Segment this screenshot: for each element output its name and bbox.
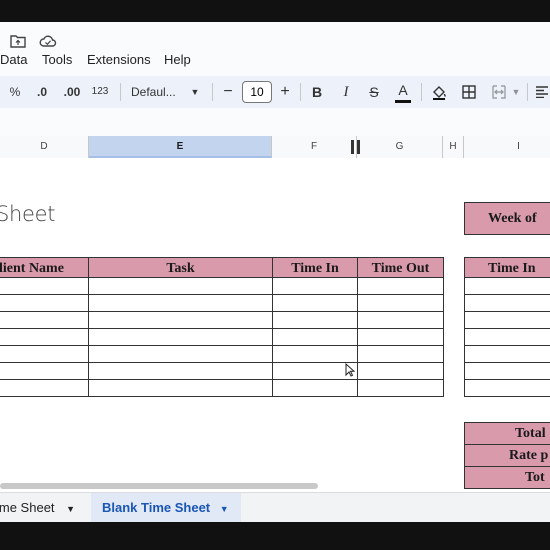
chevron-down-icon[interactable]: ▼ xyxy=(66,504,75,514)
summary-total-label: Total xyxy=(464,422,550,445)
table-cell[interactable] xyxy=(88,363,273,380)
tab-label: ime Sheet xyxy=(0,500,55,515)
tab-time-sheet[interactable]: ime Sheet ▼ xyxy=(0,493,91,522)
column-resize-handle[interactable] xyxy=(351,140,354,154)
font-family-select[interactable]: Defaul... xyxy=(131,76,183,108)
table-cell[interactable] xyxy=(357,363,444,380)
toolbar-divider xyxy=(300,83,301,101)
chevron-down-icon[interactable]: ▼ xyxy=(220,504,229,514)
chevron-down-icon[interactable]: ▼ xyxy=(510,76,522,108)
right-table-cell[interactable] xyxy=(464,363,550,380)
chevron-down-icon[interactable]: ▼ xyxy=(189,76,201,108)
column-header-d[interactable]: D xyxy=(0,136,89,158)
number-format-button[interactable]: 123 xyxy=(89,76,111,108)
menu-data[interactable]: Data xyxy=(0,52,27,67)
menu-tools[interactable]: Tools xyxy=(42,52,72,67)
table-cell[interactable] xyxy=(357,278,444,295)
right-table-cell[interactable] xyxy=(464,329,550,346)
format-percent-button[interactable]: % xyxy=(7,76,23,108)
right-table-cell[interactable] xyxy=(464,380,550,397)
font-size-input[interactable]: 10 xyxy=(242,81,272,103)
table-cell[interactable] xyxy=(0,363,89,380)
text-color-button[interactable]: A xyxy=(395,78,411,103)
right-table-cell[interactable] xyxy=(464,295,550,312)
column-header-i[interactable]: I xyxy=(464,136,550,158)
move-to-folder-icon[interactable] xyxy=(9,34,27,48)
strikethrough-button[interactable]: S xyxy=(366,76,382,108)
table-cell[interactable] xyxy=(272,312,358,329)
toolbar-divider xyxy=(421,83,422,101)
table-cell[interactable] xyxy=(272,295,358,312)
right-table-cell[interactable] xyxy=(464,346,550,363)
column-header-f[interactable]: F xyxy=(272,136,357,158)
time-in-header: Time In xyxy=(272,257,358,278)
table-cell[interactable] xyxy=(0,346,89,363)
table-cell[interactable] xyxy=(357,295,444,312)
table-cell[interactable] xyxy=(88,329,273,346)
horizontal-scrollbar[interactable] xyxy=(0,483,318,489)
table-cell[interactable] xyxy=(88,380,273,397)
sheet-tabs-bar: ime Sheet ▼ Blank Time Sheet ▼ xyxy=(0,492,550,522)
sheet-grid[interactable]: Sheet Week of lient Name Task Time In Ti… xyxy=(0,158,550,492)
column-header-e[interactable]: E xyxy=(89,136,272,158)
menu-bar: Data Tools Extensions Help xyxy=(0,22,550,74)
column-header-h[interactable]: H xyxy=(443,136,464,158)
table-cell[interactable] xyxy=(88,278,273,295)
right-table-cell[interactable] xyxy=(464,278,550,295)
italic-button[interactable]: I xyxy=(338,76,354,108)
table-cell[interactable] xyxy=(88,312,273,329)
decrease-font-size-button[interactable]: − xyxy=(220,76,236,108)
table-cell[interactable] xyxy=(357,329,444,346)
fill-color-icon[interactable] xyxy=(430,76,448,108)
table-cell[interactable] xyxy=(0,329,89,346)
tab-label: Blank Time Sheet xyxy=(102,500,211,515)
spreadsheet-window: Data Tools Extensions Help % .0 .00 123 … xyxy=(0,22,550,522)
decrease-decimal-button[interactable]: .0 xyxy=(30,76,54,108)
table-cell[interactable] xyxy=(272,329,358,346)
table-cell[interactable] xyxy=(272,346,358,363)
increase-decimal-button[interactable]: .00 xyxy=(60,76,84,108)
table-cell[interactable] xyxy=(272,380,358,397)
mouse-cursor-icon xyxy=(345,362,356,377)
formula-area xyxy=(0,108,550,136)
right-table-cell[interactable] xyxy=(464,312,550,329)
merge-cells-icon[interactable] xyxy=(490,76,508,108)
borders-icon[interactable] xyxy=(460,76,478,108)
table-cell[interactable] xyxy=(0,380,89,397)
menu-extensions[interactable]: Extensions xyxy=(87,52,151,67)
table-cell[interactable] xyxy=(88,295,273,312)
table-cell[interactable] xyxy=(357,346,444,363)
toolbar-divider xyxy=(212,83,213,101)
tab-blank-time-sheet[interactable]: Blank Time Sheet ▼ xyxy=(91,493,241,522)
client-name-header: lient Name xyxy=(0,257,89,278)
increase-font-size-button[interactable]: + xyxy=(277,76,293,108)
task-header: Task xyxy=(88,257,273,278)
table-cell[interactable] xyxy=(357,312,444,329)
column-header-bar: D E F G H I xyxy=(0,136,550,159)
summary-tot-label: Tot xyxy=(464,466,550,489)
sheet-title: Sheet xyxy=(0,202,56,226)
time-out-header: Time Out xyxy=(357,257,444,278)
week-of-label: Week of xyxy=(464,202,550,235)
bold-button[interactable]: B xyxy=(309,76,325,108)
table-cell[interactable] xyxy=(0,295,89,312)
table-cell[interactable] xyxy=(0,278,89,295)
table-cell[interactable] xyxy=(272,278,358,295)
table-cell[interactable] xyxy=(357,380,444,397)
table-cell[interactable] xyxy=(88,346,273,363)
summary-rate-label: Rate p xyxy=(464,444,550,467)
right-time-in-header: Time In xyxy=(464,257,550,278)
align-left-icon[interactable] xyxy=(534,76,550,108)
table-cell[interactable] xyxy=(0,312,89,329)
cloud-saved-icon[interactable] xyxy=(38,34,58,48)
menu-help[interactable]: Help xyxy=(164,52,191,67)
toolbar-divider xyxy=(527,83,528,101)
column-header-g[interactable]: G xyxy=(357,136,443,158)
toolbar: % .0 .00 123 Defaul... ▼ − 10 + B I S A … xyxy=(0,76,550,108)
toolbar-divider xyxy=(120,83,121,101)
